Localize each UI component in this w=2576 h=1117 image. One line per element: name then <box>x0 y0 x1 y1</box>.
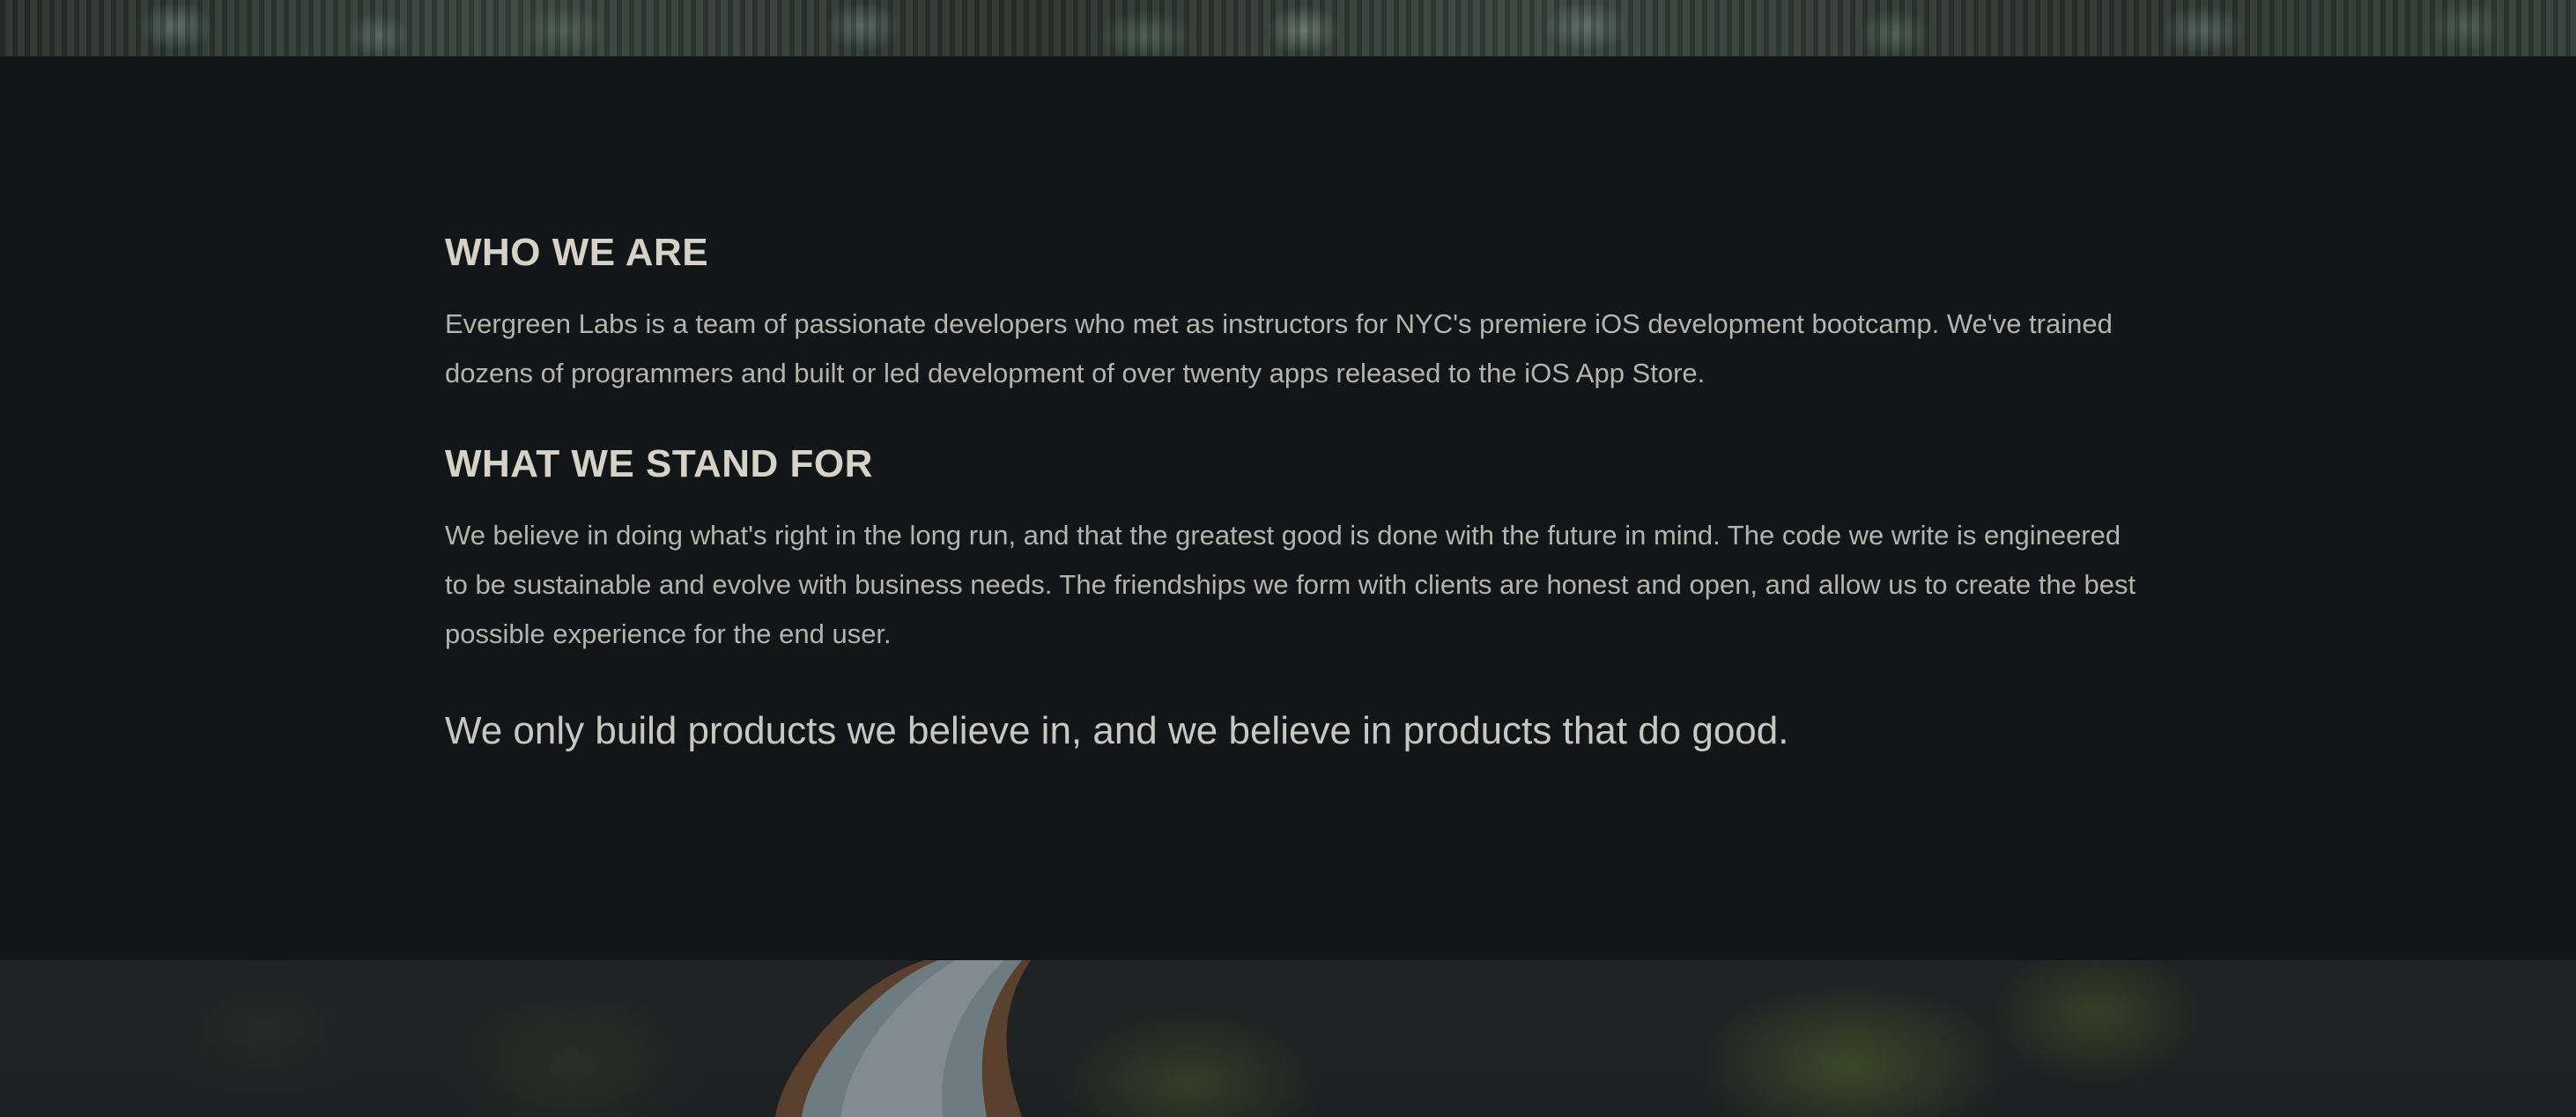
who-we-are-heading: WHO WE ARE <box>445 231 709 274</box>
about-section: WHO WE ARE Evergreen Labs is a team of p… <box>0 56 2576 960</box>
who-we-are-text: Evergreen Labs is a team of passionate d… <box>445 308 2113 388</box>
forest-banner-image-top <box>0 0 2576 56</box>
road-illustration <box>775 960 1031 1117</box>
page: WHO WE ARE Evergreen Labs is a team of p… <box>0 0 2576 1117</box>
what-we-stand-for-heading: WHAT WE STAND FOR <box>445 442 873 485</box>
forest-road-image-bottom <box>0 960 2576 1117</box>
about-content: WHO WE ARE Evergreen Labs is a team of p… <box>445 229 2145 758</box>
what-we-stand-for-text: We believe in doing what's right in the … <box>445 520 2136 649</box>
mission-tagline: We only build products we believe in, an… <box>445 709 1789 752</box>
